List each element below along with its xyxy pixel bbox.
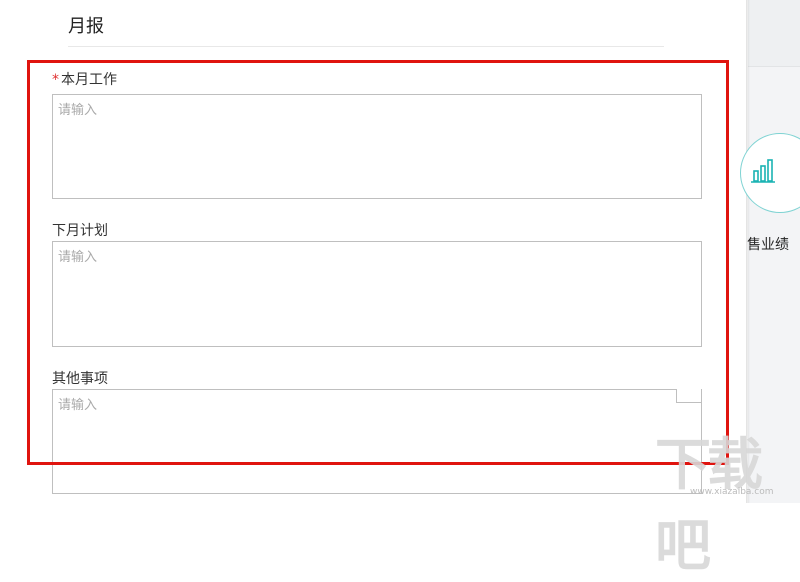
required-asterisk: * [52,72,59,88]
title-divider [68,46,664,47]
sales-performance-label: 售业绩 [747,237,789,253]
field-label-next-month-plan: 下月计划 [52,223,108,239]
background-topbar [748,0,800,67]
form-panel: 月报 *本月工作 下月计划 其他事项 [0,0,748,503]
page-title: 月报 [68,16,104,37]
field-label-other-items: 其他事项 [52,371,108,387]
bar-chart-icon [751,159,775,183]
field-label-text: 本月工作 [61,72,117,88]
next-month-plan-input[interactable] [52,241,702,347]
watermark-logo: 下载吧 [655,433,763,579]
other-items-input[interactable] [52,389,702,494]
field-label-this-month-work: * 本月工作 [52,69,117,89]
resize-handle[interactable] [676,389,701,403]
watermark-site: www.xiazaiba.com [690,487,774,497]
this-month-work-input[interactable] [52,94,702,199]
